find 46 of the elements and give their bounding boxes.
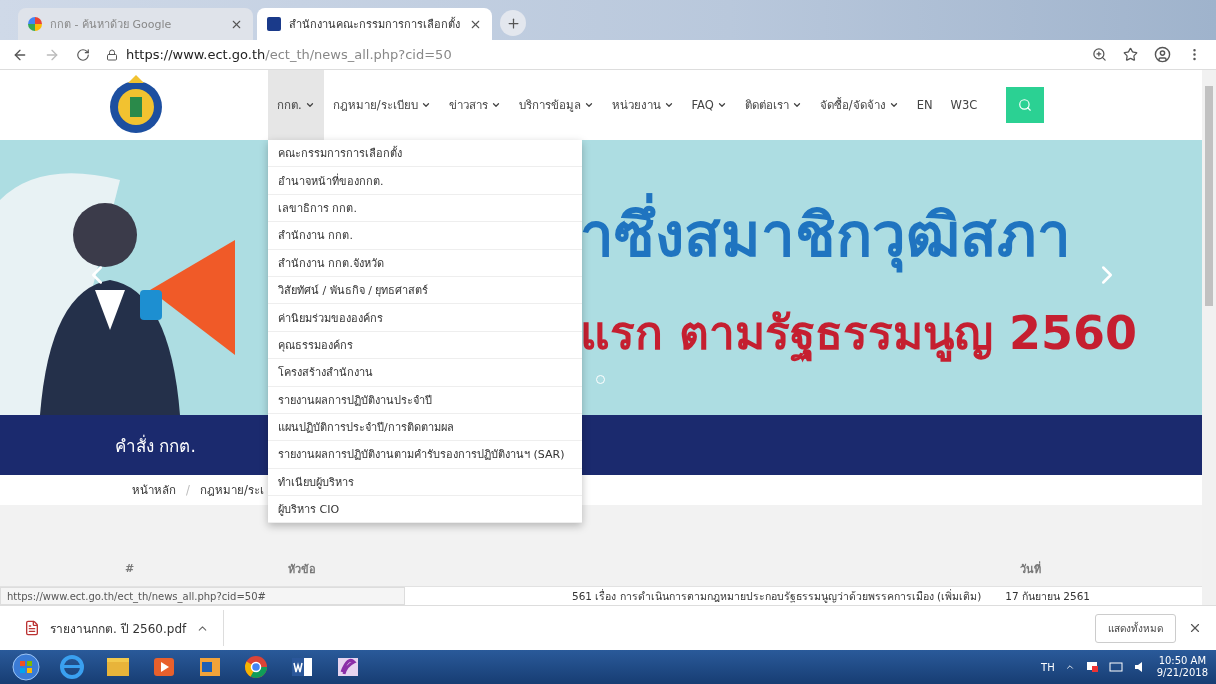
- column-header: หัวข้อ: [288, 561, 317, 578]
- column-header: วันที่: [1020, 560, 1042, 578]
- zoom-icon[interactable]: [1092, 47, 1107, 62]
- search-icon: [1018, 98, 1033, 112]
- breadcrumb-link[interactable]: กฎหมาย/ระเ: [199, 481, 264, 499]
- plus-icon: [505, 15, 521, 31]
- nav-menu-item[interactable]: W3C: [941, 70, 987, 140]
- column-header: #: [125, 562, 136, 575]
- new-tab-button[interactable]: [500, 10, 526, 36]
- nav-menu-item[interactable]: บริการข้อมูล: [509, 70, 603, 140]
- emblem-logo[interactable]: [108, 75, 164, 135]
- nav-menu-item[interactable]: กกต.: [268, 70, 324, 140]
- banner-headline: าซึ่งสมาชิกวุฒิสภา: [580, 186, 1071, 282]
- close-icon[interactable]: [1188, 621, 1202, 635]
- url-text: https://www.ect.go.th/ect_th/news_all.php?cid=50: [126, 47, 452, 62]
- nav-menu-item[interactable]: EN: [907, 70, 942, 140]
- address-field[interactable]: https://www.ect.go.th/ect_th/news_all.php?cid=50: [106, 47, 1076, 62]
- section-title: คำสั่ง กกต.: [115, 433, 196, 458]
- nav-menu-item[interactable]: ข่าวสาร: [439, 70, 510, 140]
- nav-menu-item[interactable]: หน่วยงาน: [602, 70, 683, 140]
- breadcrumb-link[interactable]: หน้าหลัก: [132, 481, 176, 499]
- banner-subheadline: แรก ตามรัฐธรรมนูญ 2560: [580, 304, 1138, 364]
- favicon-icon: [267, 17, 281, 31]
- table-cell[interactable]: 561 เรื่อง การดำเนินการตามกฎหมายประกอบรัฐธรรมนูญว่าด้วยพรรคการเมือง (เพิ่มเติม): [572, 587, 982, 605]
- status-url: https://www.ect.go.th/ect_th/news_all.php?cid=50#: [0, 587, 405, 605]
- flag-icon[interactable]: [1084, 661, 1099, 673]
- favicon-icon: [28, 17, 42, 31]
- show-all-button[interactable]: แสดงทั้งหมด: [1095, 613, 1176, 643]
- table-cell-text: 17 กันยายน 2561: [1005, 588, 1091, 604]
- reload-icon[interactable]: [76, 47, 90, 62]
- clock[interactable]: 10:50 AM 9/21/2018: [1156, 655, 1208, 679]
- nav-menu-item[interactable]: ติดต่อเรา: [735, 70, 811, 140]
- network-icon[interactable]: [1108, 661, 1123, 673]
- file-icon: [24, 620, 40, 636]
- nav-menu-item[interactable]: FAQ: [682, 70, 736, 140]
- star-icon[interactable]: [1123, 47, 1138, 62]
- breadcrumb-separator: /: [186, 483, 190, 497]
- language-indicator[interactable]: TH: [1041, 661, 1055, 673]
- tray-caret-icon[interactable]: [1064, 662, 1075, 672]
- scrollbar[interactable]: [1202, 70, 1216, 605]
- profile-icon[interactable]: [1154, 46, 1171, 63]
- browser-tab[interactable]: สำนักงานคณะกรรมการการเลือกตั้ง: [257, 8, 492, 40]
- nav-menu-item[interactable]: กฎหมาย/ระเบียบ: [323, 70, 440, 140]
- nav-menu-item[interactable]: จัดซื้อ/จัดจ้าง: [810, 70, 908, 140]
- download-item[interactable]: รายงานกกต. ปี 2560.pdf: [24, 610, 225, 646]
- lock-icon: [106, 48, 118, 61]
